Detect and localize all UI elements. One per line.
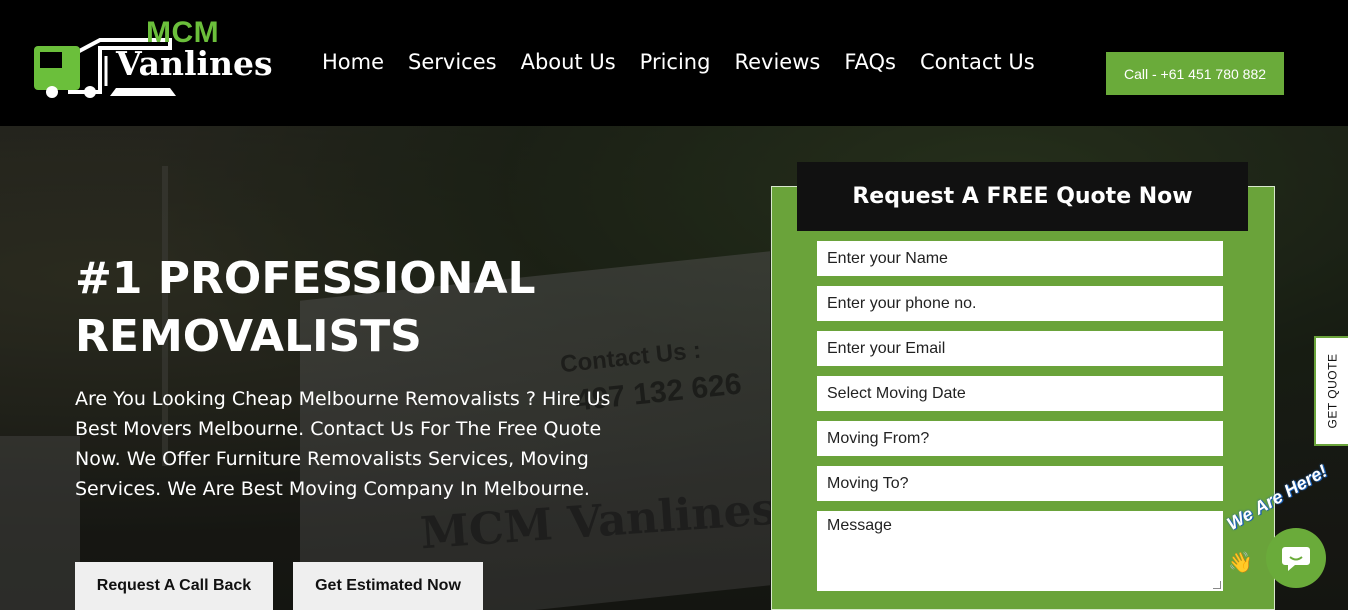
name-field[interactable]: Enter your Name	[817, 241, 1223, 276]
chat-button[interactable]	[1266, 528, 1326, 588]
wave-hand-icon: 👋	[1228, 550, 1253, 574]
chat-bubble-icon	[1282, 547, 1310, 571]
nav-home[interactable]: Home	[322, 50, 384, 74]
call-button[interactable]: Call - +61 451 780 882	[1106, 52, 1284, 95]
nav-reviews[interactable]: Reviews	[734, 50, 820, 74]
get-quote-side-tab[interactable]: GET QUOTE	[1314, 336, 1348, 446]
request-call-back-button[interactable]: Request A Call Back	[75, 562, 273, 610]
brand-name-bottom: Vanlines	[116, 44, 273, 83]
moving-date-field[interactable]: Select Moving Date	[817, 376, 1223, 411]
nav-contact-us[interactable]: Contact Us	[920, 50, 1035, 74]
message-placeholder: Message	[827, 517, 892, 534]
moving-from-field[interactable]: Moving From?	[817, 421, 1223, 456]
nav-about-us[interactable]: About Us	[521, 50, 616, 74]
nav-pricing[interactable]: Pricing	[640, 50, 711, 74]
phone-field[interactable]: Enter your phone no.	[817, 286, 1223, 321]
get-estimated-button[interactable]: Get Estimated Now	[293, 562, 483, 610]
moving-to-field[interactable]: Moving To?	[817, 466, 1223, 501]
message-field[interactable]: Message	[817, 511, 1223, 591]
main-nav: Home Services About Us Pricing Reviews F…	[310, 50, 1047, 74]
hero-title: #1 PROFESSIONAL REMOVALISTS	[75, 253, 536, 362]
quote-form-title: Request A FREE Quote Now	[797, 162, 1248, 231]
hero-subtitle: Are You Looking Cheap Melbourne Removali…	[75, 388, 611, 500]
email-field[interactable]: Enter your Email	[817, 331, 1223, 366]
nav-faqs[interactable]: FAQs	[844, 50, 896, 74]
nav-services[interactable]: Services	[408, 50, 497, 74]
site-header: MCM Vanlines Home Services About Us Pric…	[0, 0, 1348, 126]
get-quote-label: GET QUOTE	[1325, 353, 1340, 429]
resize-handle-icon[interactable]	[1213, 581, 1221, 589]
logo[interactable]: MCM Vanlines	[30, 16, 280, 106]
